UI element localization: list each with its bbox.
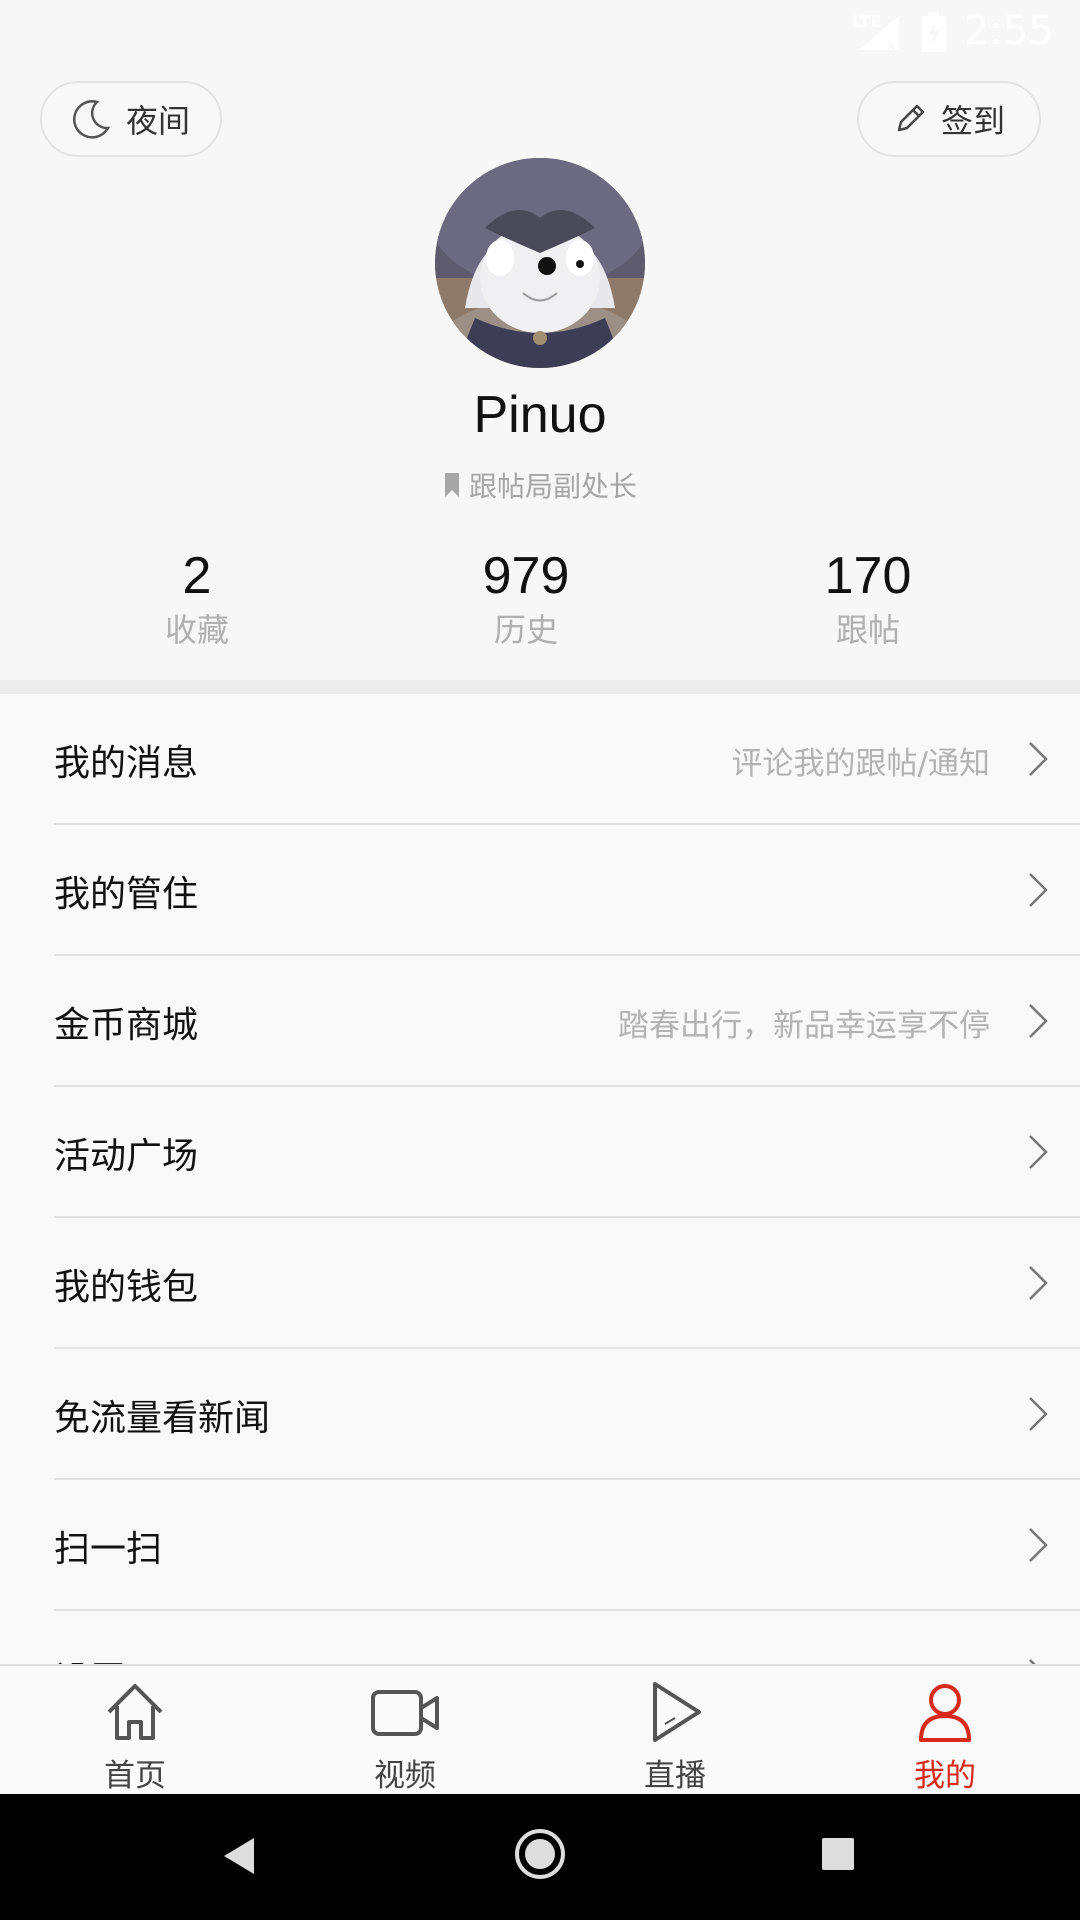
username: Pinuo: [473, 386, 607, 444]
back-icon[interactable]: [222, 1836, 258, 1876]
stat-favorites[interactable]: 2 收藏: [87, 545, 307, 653]
menu-list: 我的消息 评论我的跟帖/通知 我的管住 金币商城 踏春出行，新品幸运享不停 活动…: [0, 694, 1080, 1664]
menu-item-hint: 踏春出行，新品幸运享不停: [618, 1008, 990, 1044]
menu-item-label: 金币商城: [54, 1005, 199, 1046]
stat-label: 收藏: [164, 611, 229, 649]
user-title-text: 跟帖局副处长: [468, 470, 637, 503]
menu-item-coin-mall[interactable]: 金币商城 踏春出行，新品幸运享不停: [0, 956, 1080, 1087]
menu-item-settings[interactable]: 设置: [0, 1611, 1080, 1664]
chevron-right-icon: [1029, 1266, 1048, 1300]
stat-value: 979: [482, 547, 570, 605]
tab-video[interactable]: 视频: [335, 1680, 475, 1795]
bottom-tab-bar: 首页 视频 直播 我的: [0, 1664, 1080, 1794]
menu-item-wallet[interactable]: 我的钱包: [0, 1218, 1080, 1349]
menu-item-hint: 评论我的跟帖/通知: [731, 746, 990, 782]
play-icon: [653, 1682, 701, 1742]
chevron-right-icon: [1029, 1004, 1048, 1038]
stats-row: 2 收藏 979 历史 170 跟帖: [0, 545, 1080, 660]
stat-comments[interactable]: 170 跟帖: [758, 545, 978, 653]
moon-icon: [73, 100, 111, 139]
signal-icon: x: [859, 16, 899, 52]
battery-icon: [922, 12, 946, 52]
tab-label: 首页: [104, 1758, 166, 1794]
tab-me[interactable]: 我的: [875, 1680, 1015, 1795]
menu-item-label: 我的管住: [54, 874, 199, 915]
menu-item-label: 活动广场: [54, 1136, 199, 1177]
menu-item-label: 我的消息: [54, 743, 199, 784]
bookmark-icon: [444, 473, 459, 497]
menu-item-activity-square[interactable]: 活动广场: [0, 1087, 1080, 1218]
section-divider: [0, 680, 1080, 694]
menu-item-label: 免流量看新闻: [54, 1398, 271, 1439]
clock: 2:55: [964, 8, 1054, 54]
chevron-right-icon: [1029, 742, 1048, 776]
menu-item-label: 我的钱包: [54, 1267, 199, 1308]
night-mode-label: 夜间: [126, 102, 191, 140]
tab-live[interactable]: 直播: [605, 1680, 745, 1795]
pencil-icon: [897, 104, 925, 132]
menu-item-label: 设置: [54, 1651, 126, 1664]
sign-in-button[interactable]: 签到: [857, 81, 1041, 157]
home-icon: [107, 1684, 163, 1740]
chevron-right-icon: [1029, 1528, 1048, 1562]
tab-label: 我的: [914, 1758, 976, 1794]
stat-label: 历史: [493, 611, 558, 649]
sign-in-label: 签到: [941, 102, 1006, 140]
recents-icon[interactable]: [820, 1836, 856, 1872]
stat-value: 170: [824, 547, 912, 605]
system-nav-bar: [0, 1794, 1080, 1920]
tab-home[interactable]: 首页: [65, 1680, 205, 1795]
stat-value: 2: [182, 547, 212, 605]
avatar[interactable]: [435, 158, 645, 368]
tab-label: 视频: [374, 1758, 436, 1794]
chevron-right-icon: [1029, 1135, 1048, 1169]
avatar-image: [435, 158, 645, 368]
stat-history[interactable]: 979 历史: [416, 545, 636, 653]
tab-label: 直播: [644, 1758, 706, 1794]
stat-label: 跟帖: [835, 611, 900, 649]
night-mode-button[interactable]: 夜间: [40, 81, 222, 157]
person-icon: [919, 1684, 971, 1742]
chevron-right-icon: [1029, 1659, 1036, 1664]
menu-item-messages[interactable]: 我的消息 评论我的跟帖/通知: [0, 694, 1080, 825]
chevron-right-icon: [1029, 1397, 1048, 1431]
video-camera-icon: [371, 1690, 439, 1736]
home-circle-icon[interactable]: [514, 1828, 566, 1880]
menu-item-label: 扫一扫: [54, 1529, 163, 1570]
menu-item-scan[interactable]: 扫一扫: [0, 1480, 1080, 1611]
status-bar: LTE x 2:55: [0, 0, 1080, 63]
user-title: 跟帖局副处长: [0, 465, 1080, 505]
chevron-right-icon: [1029, 873, 1048, 907]
svg-text:x: x: [887, 38, 895, 52]
menu-item-free-data-news[interactable]: 免流量看新闻: [0, 1349, 1080, 1480]
menu-item-management[interactable]: 我的管住: [0, 825, 1080, 956]
